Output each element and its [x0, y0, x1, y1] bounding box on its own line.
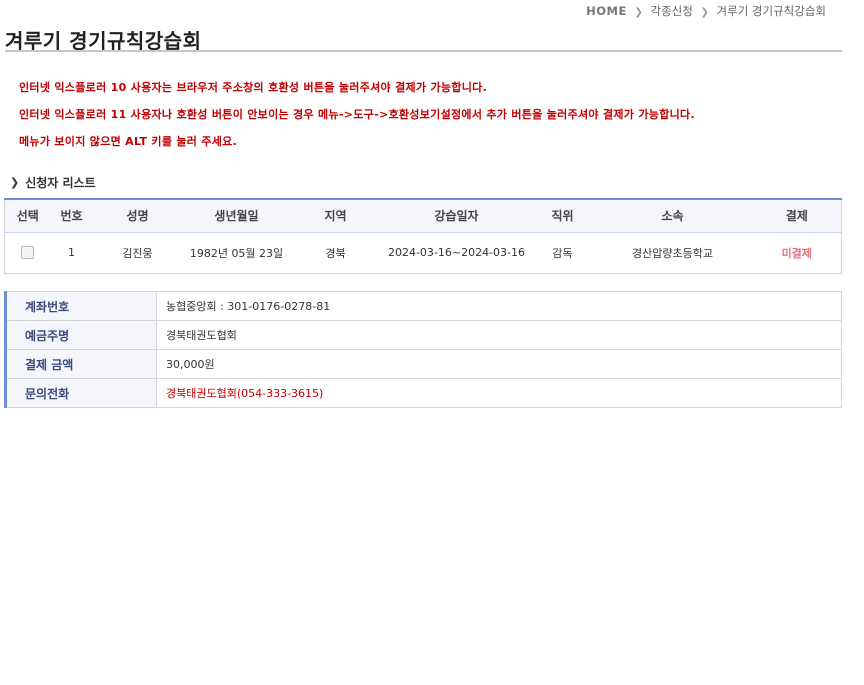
- col-region: 지역: [290, 199, 381, 233]
- applicant-list-heading: ❯ 신청자 리스트: [10, 174, 96, 191]
- title-divider: [5, 50, 842, 52]
- chevron-right-icon: ❯: [700, 7, 709, 18]
- col-name: 성명: [92, 199, 183, 233]
- row-region: 경북: [290, 232, 381, 274]
- row-checkbox[interactable]: [21, 246, 35, 260]
- row-affiliation: 경산압량초등학교: [592, 232, 753, 274]
- account-value: 농협중앙회 : 301-0176-0278-81: [156, 291, 842, 321]
- col-select: 선택: [4, 199, 51, 233]
- amount-row: 결제 금액 30,000원: [4, 349, 842, 379]
- breadcrumb-home[interactable]: HOME: [586, 4, 627, 18]
- notice-ie11: 인터넷 익스플로러 11 사용자나 호환성 버튼이 안보이는 경우 메뉴->도구…: [19, 108, 695, 121]
- breadcrumb-level1[interactable]: 각종신청: [651, 4, 693, 18]
- row-birth: 1982년 05월 23일: [182, 232, 291, 274]
- table-row: 1 김진웅 1982년 05월 23일 경북 2024-03-16~2024-0…: [4, 232, 842, 274]
- breadcrumb: HOME ❯ 각종신청 ❯ 겨루기 경기규칙강습회: [586, 3, 826, 19]
- payment-status-badge[interactable]: 미결제: [752, 232, 842, 274]
- applicant-table: 선택 번호 성명 생년월일 지역 강습일자 직위 소속 결제 1 김진웅 198…: [4, 198, 842, 274]
- row-select-cell: [4, 232, 51, 274]
- contact-label: 문의전화: [4, 378, 157, 408]
- row-name: 김진웅: [92, 232, 183, 274]
- row-position: 감독: [532, 232, 593, 274]
- row-number: 1: [50, 232, 93, 274]
- row-dates: 2024-03-16~2024-03-16: [380, 232, 533, 274]
- col-position: 직위: [532, 199, 593, 233]
- account-label: 계좌번호: [4, 291, 157, 321]
- amount-value: 30,000원: [156, 349, 842, 379]
- breadcrumb-level2: 겨루기 경기규칙강습회: [716, 4, 826, 18]
- holder-label: 예금주명: [4, 320, 157, 350]
- contact-value: 경북태권도협회(054-333-3615): [156, 378, 842, 408]
- col-number: 번호: [50, 199, 93, 233]
- notice-alt-key: 메뉴가 보이지 않으면 ALT 키를 눌러 주세요.: [19, 135, 238, 148]
- account-row: 계좌번호 농협중앙회 : 301-0176-0278-81: [4, 291, 842, 321]
- payment-info-table: 계좌번호 농협중앙회 : 301-0176-0278-81 예금주명 경북태권도…: [4, 291, 842, 408]
- notice-ie10: 인터넷 익스플로러 10 사용자는 브라우저 주소창의 호환성 버튼을 눌러주셔…: [19, 81, 488, 94]
- col-payment: 결제: [752, 199, 842, 233]
- col-affiliation: 소속: [592, 199, 753, 233]
- applicant-table-header: 선택 번호 성명 생년월일 지역 강습일자 직위 소속 결제: [4, 199, 842, 233]
- chevron-right-icon: ❯: [634, 7, 643, 18]
- chevron-right-icon: ❯: [10, 176, 20, 189]
- contact-row: 문의전화 경북태권도협회(054-333-3615): [4, 378, 842, 408]
- col-birth: 생년월일: [182, 199, 291, 233]
- amount-label: 결제 금액: [4, 349, 157, 379]
- holder-row: 예금주명 경북태권도협회: [4, 320, 842, 350]
- holder-value: 경북태권도협회: [156, 320, 842, 350]
- col-dates: 강습일자: [380, 199, 533, 233]
- applicant-list-title: 신청자 리스트: [25, 176, 96, 190]
